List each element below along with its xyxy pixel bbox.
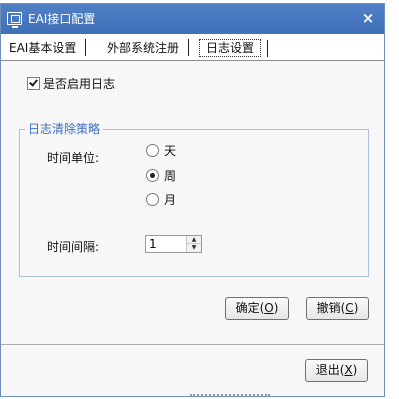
cancel-button-hotkey: C — [345, 301, 354, 315]
exit-button-hotkey: X — [344, 363, 353, 377]
time-interval-input[interactable] — [146, 236, 186, 252]
checkmark-icon — [29, 77, 38, 87]
tab-bar: EAI基本设置 外部系统注册 日志设置 — [1, 34, 384, 61]
radio-day[interactable] — [146, 144, 159, 157]
cancel-button[interactable]: 撤销(C) — [306, 297, 369, 320]
log-cleanup-group-title: 日志清除策略 — [25, 122, 104, 136]
time-interval-label: 时间间隔: — [47, 240, 100, 254]
radio-day-label: 天 — [164, 144, 177, 158]
tab-eai-basic-settings[interactable]: EAI基本设置 — [7, 39, 87, 56]
spin-down-icon[interactable]: ▼ — [186, 244, 201, 252]
window-title: EAI接口配置 — [28, 12, 96, 26]
ok-button-hotkey: O — [264, 301, 274, 315]
tab-log-settings[interactable]: 日志设置 — [199, 39, 269, 57]
cancel-button-label: 撤销( — [316, 301, 346, 315]
eai-config-dialog: EAI接口配置 × EAI基本设置 外部系统注册 日志设置 是否启用日志 日志清… — [0, 3, 385, 397]
enable-log-checkbox[interactable] — [27, 77, 40, 90]
radio-selected-dot — [150, 173, 155, 178]
log-settings-panel: 是否启用日志 日志清除策略 时间单位: 天 周 月 时间间隔: ▲ ▼ 确定(O… — [1, 61, 384, 345]
ok-button-label: 确定( — [235, 301, 265, 315]
close-button[interactable]: × — [360, 10, 376, 26]
time-unit-label: 时间单位: — [47, 151, 100, 165]
spin-up-icon[interactable]: ▲ — [186, 236, 201, 244]
ok-button-label-tail: ) — [273, 301, 279, 315]
title-bar[interactable]: EAI接口配置 × — [1, 4, 384, 34]
radio-month[interactable] — [146, 193, 159, 206]
enable-log-label: 是否启用日志 — [43, 77, 116, 91]
exit-button[interactable]: 退出(X) — [305, 359, 368, 382]
radio-month-label: 月 — [164, 193, 177, 207]
cancel-button-label-tail: ) — [353, 301, 359, 315]
background-edge — [190, 394, 270, 399]
exit-button-label: 退出( — [315, 363, 345, 377]
window-app-icon — [7, 12, 22, 28]
radio-week[interactable] — [146, 169, 159, 182]
tab-external-system-registration[interactable]: 外部系统注册 — [105, 39, 190, 56]
ok-button[interactable]: 确定(O) — [225, 297, 289, 320]
dialog-footer: 退出(X) — [1, 345, 384, 396]
exit-button-label-tail: ) — [352, 363, 358, 377]
time-interval-stepper[interactable]: ▲ ▼ — [145, 235, 202, 253]
radio-week-label: 周 — [164, 169, 177, 183]
